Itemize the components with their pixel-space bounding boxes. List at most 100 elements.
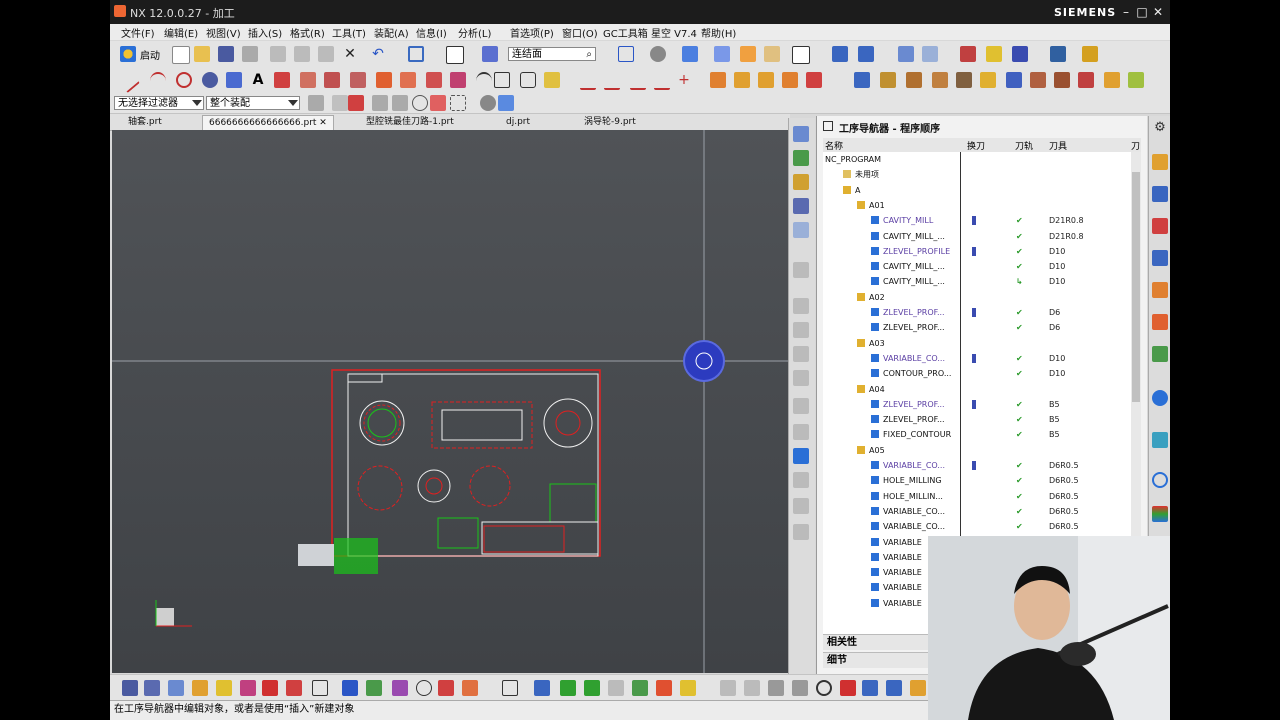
scrollbar-thumb[interactable] (1132, 172, 1140, 402)
line-icon[interactable] (116, 68, 140, 94)
web-browser-icon[interactable] (793, 298, 809, 314)
part-navigator-icon[interactable] (793, 174, 809, 190)
menu-format[interactable]: 格式(R) (290, 25, 325, 40)
navigator-row[interactable]: ZLEVEL_PROF... ✔ B5 (823, 397, 1131, 412)
filter-reset-icon[interactable] (308, 95, 324, 111)
minimize-button[interactable]: – (1118, 4, 1134, 20)
move-layer-icon[interactable] (922, 46, 938, 62)
mfg-feeds-icon[interactable] (438, 680, 454, 696)
create-operation-icon[interactable] (1152, 282, 1168, 298)
navigator-row[interactable]: A (823, 183, 1131, 198)
col-toolchange[interactable]: 换刀 (967, 139, 985, 152)
navigator-row[interactable]: FIXED_CONTOUR ✔ B5 (823, 427, 1131, 442)
menu-insert[interactable]: 插入(S) (248, 25, 282, 40)
tab-dj[interactable]: dj.prt (500, 115, 536, 129)
sketch-icon[interactable] (544, 72, 560, 88)
midpoint-snap-icon[interactable] (430, 95, 446, 111)
paste-icon[interactable] (318, 46, 334, 62)
mfg-setup-icon[interactable] (122, 680, 138, 696)
iso-view-icon[interactable] (682, 46, 698, 62)
tab-zhoutao[interactable]: 轴套.prt (122, 115, 168, 129)
view-cube-icon[interactable] (480, 95, 496, 111)
mfg-geometry-icon[interactable] (192, 680, 208, 696)
navigator-row[interactable]: A02 (823, 290, 1131, 305)
pin-icon[interactable] (823, 121, 833, 131)
postprocess-icon[interactable] (1152, 432, 1168, 448)
system-materials-icon[interactable] (793, 370, 809, 386)
mfg-replay-icon[interactable] (286, 680, 302, 696)
info-icon[interactable] (1152, 390, 1168, 406)
v-tool-icon[interactable] (793, 448, 809, 464)
mfg-curve-icon[interactable] (840, 680, 856, 696)
assembly-navigator-icon[interactable] (793, 198, 809, 214)
navigator-row[interactable]: ZLEVEL_PROF... ✔ B5 (823, 412, 1131, 427)
grid-snap-icon[interactable] (618, 46, 634, 62)
polygon-icon[interactable] (520, 72, 536, 88)
tool-library-icon[interactable] (793, 524, 809, 540)
tab-6666[interactable]: 6666666666666666.prt ✕ (202, 115, 334, 130)
navigator-row[interactable]: A04 (823, 382, 1131, 397)
palette-icon[interactable] (793, 472, 809, 488)
lighting-icon[interactable] (764, 46, 780, 62)
maximize-button[interactable]: □ (1134, 4, 1150, 20)
new-file-icon[interactable] (172, 46, 190, 64)
menu-assembly[interactable]: 装配(A) (374, 25, 409, 40)
display-mode-icon[interactable] (446, 46, 464, 64)
endpoint-snap-icon[interactable] (412, 95, 428, 111)
menu-gc-toolbox[interactable]: GC工具箱 (603, 25, 648, 40)
navigator-row[interactable]: VARIABLE_CO... ✔ D6R0.5 (823, 519, 1131, 534)
trim-icon[interactable] (324, 72, 340, 88)
mfg-operation-icon[interactable] (240, 680, 256, 696)
clock-icon[interactable] (1152, 472, 1168, 488)
spline-icon[interactable] (476, 72, 492, 90)
resize-face-icon[interactable] (1006, 72, 1022, 88)
extract-curve-icon[interactable] (654, 72, 670, 90)
sim-icon[interactable] (793, 498, 809, 514)
mfg-edit-icon[interactable] (608, 680, 624, 696)
navigator-row[interactable]: CONTOUR_PRO... ✔ D10 (823, 366, 1131, 381)
menu-view[interactable]: 视图(V) (206, 25, 241, 40)
menu-help[interactable]: 帮助(H) (701, 25, 736, 40)
navigator-row[interactable]: CAVITY_MILL_... ✔ D21R0.8 (823, 229, 1131, 244)
mfg-yellow-icon[interactable] (680, 680, 696, 696)
delete-icon[interactable]: ✕ (342, 46, 358, 62)
navigator-row[interactable]: CAVITY_MILL_... ↳ D10 (823, 274, 1131, 289)
snap-point-icon[interactable] (332, 95, 348, 111)
offset-face-icon[interactable] (854, 72, 870, 88)
navigator-row[interactable]: VARIABLE_CO... ✔ D6R0.5 (823, 504, 1131, 519)
menu-edit[interactable]: 编辑(E) (164, 25, 198, 40)
create-method-icon[interactable] (1152, 250, 1168, 266)
tab-impeller[interactable]: 涡导轮-9.prt (578, 115, 642, 129)
mfg-target-icon[interactable] (816, 680, 832, 696)
col-name[interactable]: 名称 (825, 139, 843, 152)
menu-preferences[interactable]: 首选项(P) (510, 25, 554, 40)
extrude-icon[interactable] (274, 72, 290, 88)
shell-icon[interactable] (806, 72, 822, 88)
mfg-circle-icon[interactable] (416, 680, 432, 696)
start-button[interactable]: 启动 (140, 47, 160, 62)
mfg-simulate-icon[interactable] (366, 680, 382, 696)
split-body-icon[interactable] (1128, 72, 1144, 88)
create-tool-icon[interactable] (1152, 186, 1168, 202)
revolve-icon[interactable] (300, 72, 316, 88)
mfg-list-icon[interactable] (312, 680, 328, 696)
replace-view-icon[interactable] (858, 46, 874, 62)
navigator-row[interactable]: A03 (823, 336, 1131, 351)
close-button[interactable]: ✕ (1150, 4, 1166, 20)
assembly-scope-combo[interactable]: 整个装配 (206, 96, 300, 110)
synchronous-icon[interactable] (956, 72, 972, 88)
mfg-orange-icon[interactable] (462, 680, 478, 696)
navigator-row[interactable]: CAVITY_MILL ✔ D21R0.8 (823, 213, 1131, 228)
circle-icon[interactable] (176, 72, 192, 88)
navigator-row[interactable]: VARIABLE_CO... ✔ D10 (823, 351, 1131, 366)
navigator-row[interactable]: ZLEVEL_PROF... ✔ D6 (823, 320, 1131, 335)
point-icon[interactable]: + (676, 72, 692, 88)
navigator-row[interactable]: VARIABLE_CO... ✔ D6R0.5 (823, 458, 1131, 473)
snap-combo[interactable]: 连结面 ⌕ (508, 47, 596, 61)
cut-icon[interactable] (270, 46, 286, 62)
mfg-measure-icon[interactable] (886, 680, 902, 696)
replace-face-icon[interactable] (880, 72, 896, 88)
menu-analysis[interactable]: 分析(L) (458, 25, 491, 40)
offset-icon[interactable] (350, 72, 366, 88)
project-curve-icon[interactable] (580, 72, 596, 90)
